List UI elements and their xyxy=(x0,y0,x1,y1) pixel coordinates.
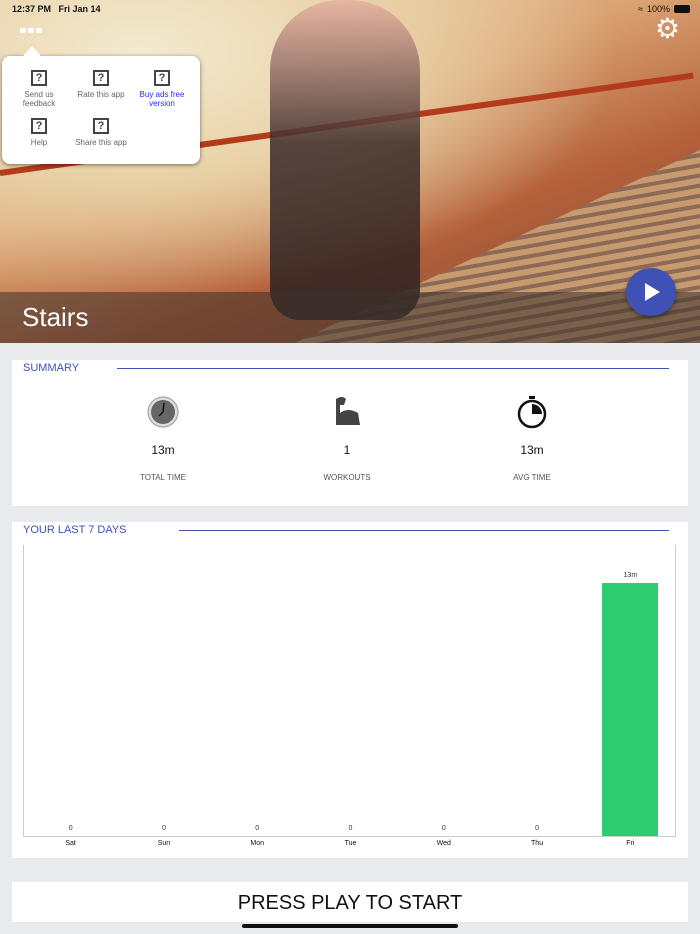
battery-icon xyxy=(674,5,690,13)
home-indicator xyxy=(242,924,458,928)
stat-label: WORKOUTS xyxy=(323,473,371,482)
press-play-label[interactable]: PRESS PLAY TO START xyxy=(12,882,688,922)
stat-value: 13m xyxy=(520,443,544,457)
summary-header: SUMMARY xyxy=(23,362,80,374)
x-tick-label: Mon xyxy=(250,840,265,847)
question-icon: ? xyxy=(31,118,47,134)
value-label: 0 xyxy=(441,825,446,832)
workout-title: Stairs xyxy=(22,302,89,332)
x-tick-label: Thu xyxy=(531,840,544,847)
status-time: 12:37 PM Fri Jan 14 xyxy=(12,4,101,14)
stat-label: AVG TIME xyxy=(513,473,551,482)
menu-item-share[interactable]: ? Share this app xyxy=(70,118,132,147)
value-label: 13m xyxy=(623,571,638,579)
question-icon: ? xyxy=(31,70,47,86)
summary-card: SUMMARY 13m TOTAL TIME 1 WORKOUTS 13m AV… xyxy=(12,360,688,506)
chart-title: YOUR LAST 7 DAYS xyxy=(23,524,127,536)
x-tick-label: Fri xyxy=(626,840,635,847)
value-label: 0 xyxy=(161,825,166,832)
stat-avg-time: 13m AVG TIME xyxy=(472,394,592,482)
menu-popup: ? Send us feedback ? Rate this app ? Buy ad… xyxy=(2,56,200,164)
title-bar xyxy=(0,292,700,343)
menu-item-buy-ads-free[interactable]: ? Buy ads free version xyxy=(131,70,193,108)
stat-label: TOTAL TIME xyxy=(140,473,186,482)
menu-item-label: Rate this app xyxy=(77,90,125,99)
x-tick-label: Tue xyxy=(344,840,357,847)
x-tick-label: Sat xyxy=(65,840,76,847)
stat-value: 13m xyxy=(151,443,175,457)
value-label: 0 xyxy=(535,825,540,832)
question-icon: ? xyxy=(154,70,170,86)
menu-item-label: Send us feedback xyxy=(22,90,56,108)
bar-chart: 0 Sat 0 Sun 0 Mon 0 Tue 0 Wed 0 Thu 13m Fri xyxy=(23,545,676,847)
value-label: 0 xyxy=(68,825,73,832)
menu-item-label: Help xyxy=(30,138,48,147)
stopwatch-icon xyxy=(472,394,592,430)
value-label: 0 xyxy=(255,825,260,832)
x-tick-label: Sun xyxy=(157,840,171,847)
question-icon: ? xyxy=(93,70,109,86)
gear-icon[interactable]: ⚙ xyxy=(655,15,680,43)
runner-graphic xyxy=(270,0,420,320)
stat-total-time: 13m TOTAL TIME xyxy=(103,394,223,482)
play-button[interactable] xyxy=(626,268,676,316)
clock-icon xyxy=(103,394,223,430)
muscle-icon xyxy=(287,394,407,430)
question-icon: ? xyxy=(93,118,109,134)
chart-card: YOUR LAST 7 DAYS 0 Sat 0 Sun 0 Mon 0 Tue 0 Wed 0 Th… xyxy=(12,522,688,858)
wifi-icon: ≈ xyxy=(638,4,643,14)
value-label: 0 xyxy=(348,825,353,832)
menu-item-label: Buy ads free version xyxy=(139,90,185,108)
bar-fri xyxy=(602,582,659,836)
stat-value: 1 xyxy=(343,443,351,457)
divider xyxy=(117,368,669,369)
date: Fri Jan 14 xyxy=(58,4,101,14)
menu-item-help[interactable]: ? Help xyxy=(8,118,70,147)
menu-item-label: Share this app xyxy=(75,138,127,147)
menu-item-rate[interactable]: ? Rate this app xyxy=(70,70,132,99)
stat-workouts: 1 WORKOUTS xyxy=(287,394,407,482)
more-menu-button[interactable] xyxy=(20,28,42,33)
time: 12:37 PM xyxy=(12,4,52,14)
divider xyxy=(179,530,669,531)
menu-item-feedback[interactable]: ? Send us feedback xyxy=(8,70,70,108)
x-tick-label: Wed xyxy=(436,840,451,847)
